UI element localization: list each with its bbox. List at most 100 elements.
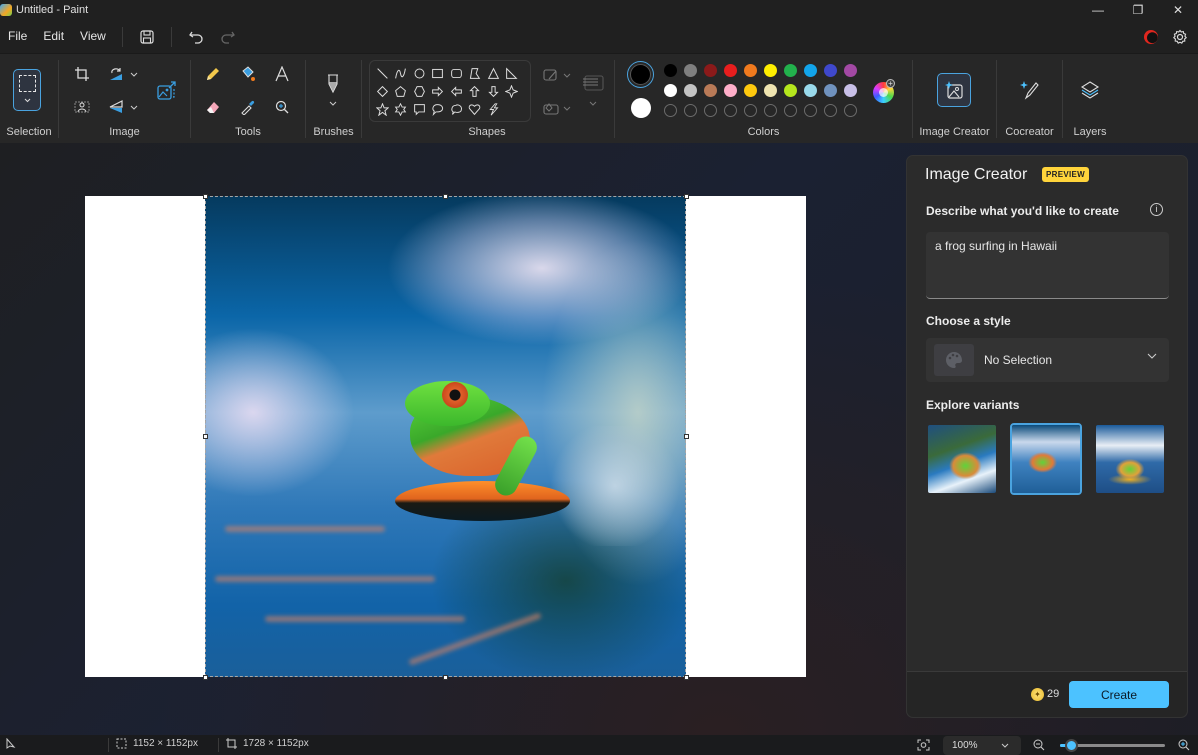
resize-handle[interactable] xyxy=(684,675,689,680)
shape-outline-button[interactable] xyxy=(538,62,564,88)
shape-outline-dropdown[interactable] xyxy=(562,70,572,80)
variant-thumbnail-1[interactable] xyxy=(926,423,998,495)
shape-lightning[interactable] xyxy=(484,100,502,118)
save-button[interactable] xyxy=(135,25,159,49)
flip-button[interactable] xyxy=(103,94,129,120)
color-swatch[interactable] xyxy=(704,84,717,97)
secondary-color-button[interactable] xyxy=(631,98,651,118)
primary-color-button[interactable] xyxy=(627,61,654,88)
settings-gear-icon[interactable] xyxy=(1172,29,1188,45)
fit-to-window-icon[interactable] xyxy=(917,739,930,751)
menu-file[interactable]: File xyxy=(0,20,35,53)
shape-hexagon[interactable] xyxy=(410,82,428,100)
selection-tool-button[interactable] xyxy=(13,69,41,111)
shape-heart[interactable] xyxy=(466,100,484,118)
close-button[interactable]: ✕ xyxy=(1158,0,1198,20)
color-swatch[interactable] xyxy=(784,64,797,77)
prompt-input[interactable]: a frog surfing in Hawaii xyxy=(926,232,1169,299)
shape-rectangle[interactable] xyxy=(429,64,447,82)
shape-arrow-right[interactable] xyxy=(429,82,447,100)
color-swatch[interactable] xyxy=(844,84,857,97)
resize-handle[interactable] xyxy=(443,675,448,680)
rotate-dropdown[interactable] xyxy=(129,69,139,79)
selection-marquee[interactable] xyxy=(205,196,686,677)
shape-diamond[interactable] xyxy=(373,82,391,100)
drawing-canvas[interactable] xyxy=(85,194,806,680)
line-size-dropdown[interactable] xyxy=(588,98,598,108)
custom-color-slot[interactable] xyxy=(684,104,697,117)
redo-button[interactable] xyxy=(216,25,240,49)
zoom-level-dropdown[interactable]: 100% xyxy=(943,736,1021,755)
create-button[interactable]: Create xyxy=(1069,681,1169,708)
account-avatar[interactable] xyxy=(1144,29,1158,44)
menu-edit[interactable]: Edit xyxy=(35,20,72,53)
resize-handle[interactable] xyxy=(443,194,448,199)
restore-button[interactable]: ❐ xyxy=(1118,0,1158,20)
shape-rounded-rectangle[interactable] xyxy=(447,64,465,82)
custom-color-slot[interactable] xyxy=(844,104,857,117)
resize-handle[interactable] xyxy=(203,434,208,439)
minimize-button[interactable]: — xyxy=(1078,0,1118,20)
line-size-button[interactable] xyxy=(580,70,606,96)
shape-callout-oval[interactable] xyxy=(429,100,447,118)
color-swatch[interactable] xyxy=(784,84,797,97)
brushes-dropdown[interactable] xyxy=(328,98,338,108)
shape-line[interactable] xyxy=(373,64,391,82)
shape-arrow-left[interactable] xyxy=(447,82,465,100)
color-swatch[interactable] xyxy=(704,64,717,77)
custom-color-slot[interactable] xyxy=(804,104,817,117)
color-swatch[interactable] xyxy=(804,84,817,97)
cocreator-button[interactable] xyxy=(1012,73,1046,107)
edit-colors-button[interactable]: + xyxy=(873,79,895,103)
layers-button[interactable] xyxy=(1073,73,1107,107)
resize-handle[interactable] xyxy=(203,675,208,680)
color-swatch[interactable] xyxy=(764,84,777,97)
color-swatch[interactable] xyxy=(724,64,737,77)
brushes-button[interactable] xyxy=(320,71,346,97)
shape-callout-rect[interactable] xyxy=(410,100,428,118)
shape-right-triangle[interactable] xyxy=(503,64,521,82)
color-swatch[interactable] xyxy=(824,84,837,97)
color-swatch[interactable] xyxy=(744,64,757,77)
shape-arrow-down[interactable] xyxy=(484,82,502,100)
resize-handle[interactable] xyxy=(684,194,689,199)
custom-color-slot[interactable] xyxy=(704,104,717,117)
remove-background-button[interactable] xyxy=(69,94,95,120)
shape-pentagon[interactable] xyxy=(392,82,410,100)
custom-color-slot[interactable] xyxy=(744,104,757,117)
shape-star-6[interactable] xyxy=(392,100,410,118)
shape-callout-cloud[interactable] xyxy=(447,100,465,118)
zoom-in-icon[interactable] xyxy=(1178,739,1190,751)
color-swatch[interactable] xyxy=(804,64,817,77)
text-tool-button[interactable] xyxy=(269,61,295,87)
shape-oval[interactable] xyxy=(410,64,428,82)
custom-color-slot[interactable] xyxy=(784,104,797,117)
color-picker-button[interactable] xyxy=(235,94,261,120)
color-swatch[interactable] xyxy=(764,64,777,77)
style-dropdown[interactable]: No Selection xyxy=(926,338,1169,382)
undo-button[interactable] xyxy=(184,25,208,49)
color-swatch[interactable] xyxy=(744,84,757,97)
resize-handle[interactable] xyxy=(684,434,689,439)
color-swatch[interactable] xyxy=(684,64,697,77)
custom-color-slot[interactable] xyxy=(824,104,837,117)
shape-star-4[interactable] xyxy=(503,82,521,100)
variant-thumbnail-2[interactable] xyxy=(1010,423,1082,495)
resize-handle[interactable] xyxy=(203,194,208,199)
image-creator-button[interactable] xyxy=(937,73,971,107)
zoom-out-icon[interactable] xyxy=(1033,739,1045,751)
rotate-button[interactable] xyxy=(103,61,129,87)
resize-button[interactable] xyxy=(154,77,180,103)
shape-arrow-up[interactable] xyxy=(466,82,484,100)
shape-star-5[interactable] xyxy=(373,100,391,118)
custom-color-slot[interactable] xyxy=(764,104,777,117)
custom-color-slot[interactable] xyxy=(664,104,677,117)
color-swatch[interactable] xyxy=(684,84,697,97)
variant-thumbnail-3[interactable] xyxy=(1094,423,1166,495)
shape-curve[interactable] xyxy=(392,64,410,82)
zoom-slider-thumb[interactable] xyxy=(1064,739,1078,752)
menu-view[interactable]: View xyxy=(72,20,114,53)
magnifier-tool-button[interactable] xyxy=(269,94,295,120)
color-swatch[interactable] xyxy=(664,64,677,77)
custom-color-slot[interactable] xyxy=(724,104,737,117)
